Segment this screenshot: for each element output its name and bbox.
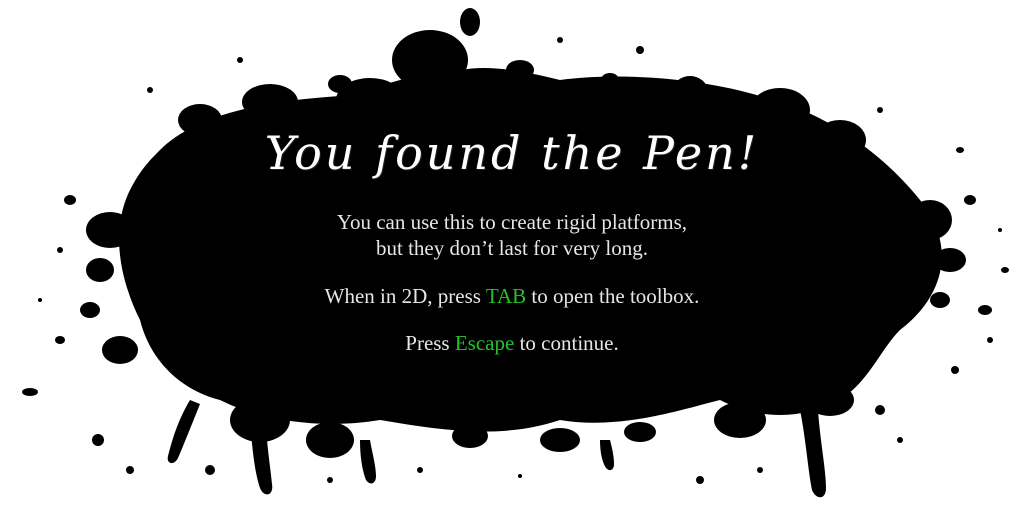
continue-hint-suffix: to continue. — [519, 331, 619, 355]
continue-hint-prefix: Press — [405, 331, 450, 355]
dialog-title: You found the Pen! — [264, 126, 760, 180]
toolbox-hint: When in 2D, press TAB to open the toolbo… — [0, 284, 1024, 309]
description-line-2: but they don’t last for very long. — [376, 236, 648, 260]
pickup-dialog: You found the Pen! You can use this to c… — [0, 0, 1024, 512]
description-line-1: You can use this to create rigid platfor… — [336, 210, 688, 234]
toolbox-hint-suffix: to open the toolbox. — [531, 284, 700, 308]
tab-key-label: TAB — [485, 284, 527, 308]
escape-key-label: Escape — [454, 331, 515, 355]
continue-hint: Press Escape to continue. — [0, 331, 1024, 356]
toolbox-hint-prefix: When in 2D, press — [324, 284, 481, 308]
